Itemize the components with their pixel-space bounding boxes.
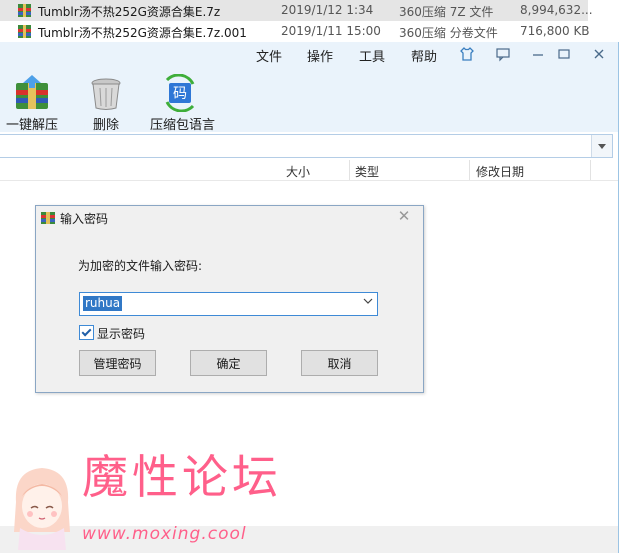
file-row[interactable]: Tumblr汤不热252G资源合集E.7z.001 2019/1/11 15:0… [0, 21, 622, 42]
menu-help[interactable]: 帮助 [411, 46, 437, 65]
code-language-icon: 码 [165, 73, 195, 113]
file-size: 716,800 KB [520, 24, 590, 38]
archive-file-icon [18, 4, 31, 17]
extract-button[interactable] [12, 74, 52, 115]
menu-file[interactable]: 文件 [256, 46, 282, 65]
column-divider[interactable] [349, 160, 350, 180]
ok-button[interactable]: 确定 [190, 350, 267, 376]
forum-watermark: 魔性论坛 www.moxing.cool [0, 438, 300, 553]
maximize-icon[interactable] [556, 46, 572, 62]
password-dialog: 输入密码 ✕ 为加密的文件输入密码: ruhua 显示密码 管理密码 确定 取消 [35, 205, 424, 393]
archive-language-label: 压缩包语言 [150, 118, 216, 133]
file-type: 360压缩 分卷文件 [399, 26, 498, 40]
show-password-label[interactable]: 显示密码 [97, 325, 145, 342]
column-size[interactable]: 大小 [286, 163, 310, 180]
manage-password-button[interactable]: 管理密码 [79, 350, 156, 376]
explorer-file-list: Tumblr汤不热252G资源合集E.7z 2019/1/12 1:34 360… [0, 0, 622, 42]
file-size: 8,994,632... [520, 3, 593, 17]
password-value: ruhua [83, 296, 123, 311]
delete-button[interactable] [86, 74, 126, 115]
file-row[interactable]: Tumblr汤不热252G资源合集E.7z 2019/1/12 1:34 360… [0, 0, 593, 21]
column-type[interactable]: 类型 [355, 163, 379, 180]
address-bar[interactable] [0, 134, 613, 158]
column-modified[interactable]: 修改日期 [476, 163, 524, 180]
archive-language-button[interactable]: 码 [160, 73, 200, 115]
skin-shirt-icon[interactable] [459, 46, 475, 62]
anime-girl-mascot-icon [14, 468, 70, 550]
column-divider[interactable] [469, 160, 470, 180]
file-name: Tumblr汤不热252G资源合集E.7z.001 [38, 26, 247, 40]
watermark-url: www.moxing.cool [82, 524, 247, 544]
file-name: Tumblr汤不热252G资源合集E.7z [38, 5, 221, 19]
feedback-icon[interactable] [495, 46, 511, 62]
dialog-close-icon[interactable]: ✕ [393, 207, 415, 225]
toolbar: 一键解压 删除 码 压缩包语言 [0, 68, 618, 133]
dialog-prompt: 为加密的文件输入密码: [78, 259, 203, 273]
column-headers: 大小 类型 修改日期 [0, 160, 618, 181]
file-date: 2019/1/12 1:34 [281, 3, 374, 17]
extract-label: 一键解压 [6, 118, 59, 133]
one-click-extract-icon [16, 75, 48, 109]
svg-text:码: 码 [173, 86, 187, 102]
menu-bar: 文件 操作 工具 帮助 [0, 42, 618, 68]
chevron-down-icon[interactable] [363, 296, 373, 309]
password-combobox[interactable]: ruhua [79, 292, 378, 316]
show-password-checkbox[interactable] [79, 325, 94, 340]
archive-app-icon [41, 212, 55, 224]
dialog-title: 输入密码 [60, 212, 109, 226]
minimize-icon[interactable] [530, 46, 546, 62]
menu-operate[interactable]: 操作 [307, 46, 333, 65]
archive-file-icon [18, 25, 31, 38]
cancel-button[interactable]: 取消 [301, 350, 378, 376]
close-icon[interactable] [591, 46, 607, 62]
address-dropdown-button[interactable] [591, 135, 612, 157]
menu-tools[interactable]: 工具 [359, 46, 385, 65]
file-type: 360压缩 7Z 文件 [399, 5, 494, 19]
watermark-title: 魔性论坛 [82, 450, 282, 504]
delete-label: 删除 [93, 118, 120, 133]
column-divider[interactable] [590, 160, 591, 180]
trash-icon [91, 78, 121, 110]
file-date: 2019/1/11 15:00 [281, 24, 381, 38]
